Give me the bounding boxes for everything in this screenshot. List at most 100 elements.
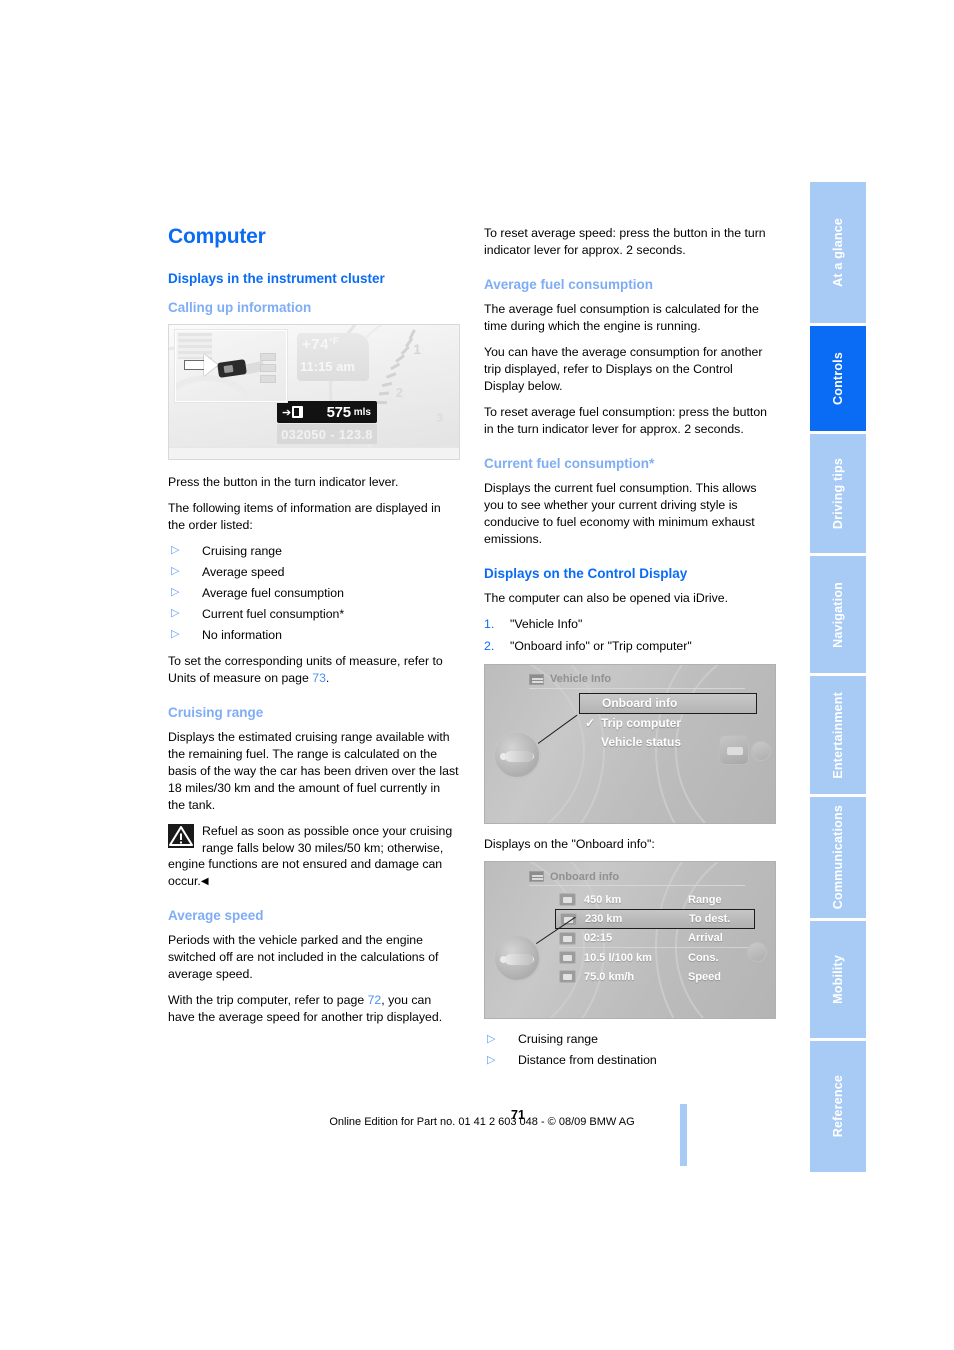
clock-value: 11:15 am xyxy=(300,359,355,374)
speedometer-icon xyxy=(559,970,576,984)
right-column: To reset average speed: press the button… xyxy=(484,225,776,1078)
option-button[interactable] xyxy=(719,734,749,765)
control-display-title: Onboard info xyxy=(550,870,620,883)
table-row[interactable]: 75.0 km/h Speed xyxy=(559,967,755,986)
temperature-value: +74 xyxy=(302,336,329,353)
sidebar-item-navigation[interactable]: Navigation xyxy=(810,556,866,676)
paragraph-units-of-measure: To set the corresponding units of measur… xyxy=(168,653,460,687)
row-label: To dest. xyxy=(689,913,731,926)
menu-item-label: Onboard info xyxy=(602,696,678,710)
odometer-readout: 032050 - 123.8 xyxy=(277,424,377,444)
section-heading-displays-on-control-display: Displays on the Control Display xyxy=(484,565,688,581)
triangle-bullet-icon: ▷ xyxy=(487,1032,496,1045)
list-item: ▷ Average speed xyxy=(168,564,460,581)
paragraph-average-fuel-2: You can have the average consumption for… xyxy=(484,344,763,393)
list-item: ▷ Cruising range xyxy=(484,1031,776,1048)
fuel-pump-icon xyxy=(292,406,304,418)
subsection-heading-calling-up-information: Calling up information xyxy=(168,300,312,315)
caption-onboard-info: Displays on the "Onboard info": xyxy=(484,836,655,851)
list-onboard-info-displays: ▷ Cruising range ▷ Distance from destinati… xyxy=(484,1031,776,1069)
figure-instrument-cluster: 1 2 3 +74°F 11:15 am ➔ 575 mls 032050 - … xyxy=(168,324,460,460)
footer-accent-bar xyxy=(680,1104,687,1166)
list-item: ▷ Cruising range xyxy=(168,543,460,560)
sidebar-item-mobility[interactable]: Mobility xyxy=(810,921,866,1041)
tachometer-ticks xyxy=(376,329,431,415)
sidebar-item-label: At a glance xyxy=(831,218,845,287)
sidebar-item-at-a-glance[interactable]: At a glance xyxy=(810,182,866,326)
row-label: Range xyxy=(688,893,722,906)
row-value: 10.5 l/100 km xyxy=(584,951,652,964)
tach-number-2: 2 xyxy=(395,385,403,400)
inset-turn-indicator-lever xyxy=(175,330,287,402)
sidebar-item-reference[interactable]: Reference xyxy=(810,1041,866,1172)
list-item: 1. "Vehicle Info" xyxy=(484,616,776,633)
temperature-unit: °F xyxy=(328,336,340,346)
range-unit: mls xyxy=(353,406,371,418)
vehicle-info-icon xyxy=(529,673,544,685)
row-value: 230 km xyxy=(585,913,623,926)
sidebar-item-label: Driving tips xyxy=(831,457,845,530)
table-row[interactable]: 02:15 Arrival xyxy=(559,929,755,949)
list-item-label: Cruising range xyxy=(518,1032,598,1047)
menu-item-label: Vehicle status xyxy=(601,735,682,749)
tach-number-1: 1 xyxy=(413,341,421,357)
paragraph-average-speed-2: With the trip computer, refer to page 72… xyxy=(168,992,460,1026)
list-displayed-items: ▷ Cruising range ▷ Average speed ▷ Average … xyxy=(168,543,460,644)
cluster-bottom-bar xyxy=(169,447,459,459)
page-title: Computer xyxy=(168,225,266,248)
subsection-heading-cruising-range: Cruising range xyxy=(168,704,264,720)
list-idrive-steps: 1. "Vehicle Info" 2. "Onboard info" or "Tr… xyxy=(484,616,776,655)
idrive-controller-knob[interactable] xyxy=(493,730,541,779)
paragraph-reset-average-speed: To reset average speed: press the button… xyxy=(484,226,766,257)
paragraph-average-speed-1: Periods with the vehicle parked and the … xyxy=(168,933,439,982)
triangle-bullet-icon: ▷ xyxy=(171,607,180,620)
range-icon xyxy=(559,893,576,907)
sidebar-item-communications[interactable]: Communications xyxy=(810,797,866,921)
control-display-titlebar: Onboard info xyxy=(529,868,745,887)
footer: Online Edition for Part no. 01 41 2 603 … xyxy=(0,1112,954,1130)
row-value: 02:15 xyxy=(584,932,613,945)
list-item: ▷ Current fuel consumption* xyxy=(168,606,460,623)
paragraph-items-order: The following items of information are d… xyxy=(168,500,441,532)
sidebar-item-entertainment[interactable]: Entertainment xyxy=(810,676,866,797)
footer-text: Online Edition for Part no. 01 41 2 603 … xyxy=(329,1116,635,1128)
list-item-label: Average fuel consumption xyxy=(202,585,344,600)
knob-dot-left xyxy=(500,956,507,964)
row-value: 450 km xyxy=(584,893,622,906)
triangle-bullet-icon: ▷ xyxy=(171,628,180,641)
paragraph-text-before-ref: With the trip computer, refer to page xyxy=(168,993,368,1008)
table-row[interactable]: 450 km Range xyxy=(559,890,755,909)
range-value: 575 xyxy=(326,403,351,421)
list-item-label: Average speed xyxy=(202,564,285,579)
page-reference-link[interactable]: 72 xyxy=(368,993,382,1007)
list-item-label: Current fuel consumption* xyxy=(202,606,345,621)
subsection-heading-average-speed: Average speed xyxy=(168,908,264,924)
step-text: "Vehicle Info" xyxy=(510,616,583,631)
checkmark-icon: ✓ xyxy=(585,715,596,730)
paragraph-current-fuel: Displays the current fuel consumption. T… xyxy=(484,480,757,546)
paragraph-idrive: The computer can also be opened via iDri… xyxy=(484,590,729,605)
figure-control-display-onboard-info: Onboard info 450 km Range 230 km To dest… xyxy=(484,861,776,1020)
sidebar-item-label: Communications xyxy=(831,805,845,910)
onboard-info-icon xyxy=(529,871,544,883)
menu-item-onboard-info[interactable]: Onboard info xyxy=(579,692,757,714)
list-item: ▷ No information xyxy=(168,627,460,644)
control-display-titlebar: Vehicle Info xyxy=(529,671,745,689)
table-row[interactable]: 230 km To dest. xyxy=(555,909,755,930)
sidebar-item-controls[interactable]: Controls xyxy=(810,326,866,434)
triangle-bullet-icon: ▷ xyxy=(171,544,180,557)
fuel-pump-icon xyxy=(559,951,576,965)
menu-button[interactable] xyxy=(751,740,771,761)
row-label: Cons. xyxy=(688,951,719,964)
row-value: 75.0 km/h xyxy=(584,970,635,983)
table-row[interactable]: 10.5 l/100 km Cons. xyxy=(559,948,755,967)
sidebar-item-driving-tips[interactable]: Driving tips xyxy=(810,434,866,556)
page-reference-link[interactable]: 73 xyxy=(312,671,326,685)
menu-item-trip-computer[interactable]: ✓ Trip computer xyxy=(579,714,757,733)
subsection-heading-current-fuel-consumption: Current fuel consumption* xyxy=(484,455,655,471)
list-item: ▷ Distance from destination xyxy=(484,1052,776,1069)
list-item-label: Distance from destination xyxy=(518,1053,657,1068)
left-column: Computer Displays in the instrument clus… xyxy=(168,225,460,1035)
step-number: 1. xyxy=(484,616,495,631)
list-item-label: Cruising range xyxy=(202,543,282,558)
